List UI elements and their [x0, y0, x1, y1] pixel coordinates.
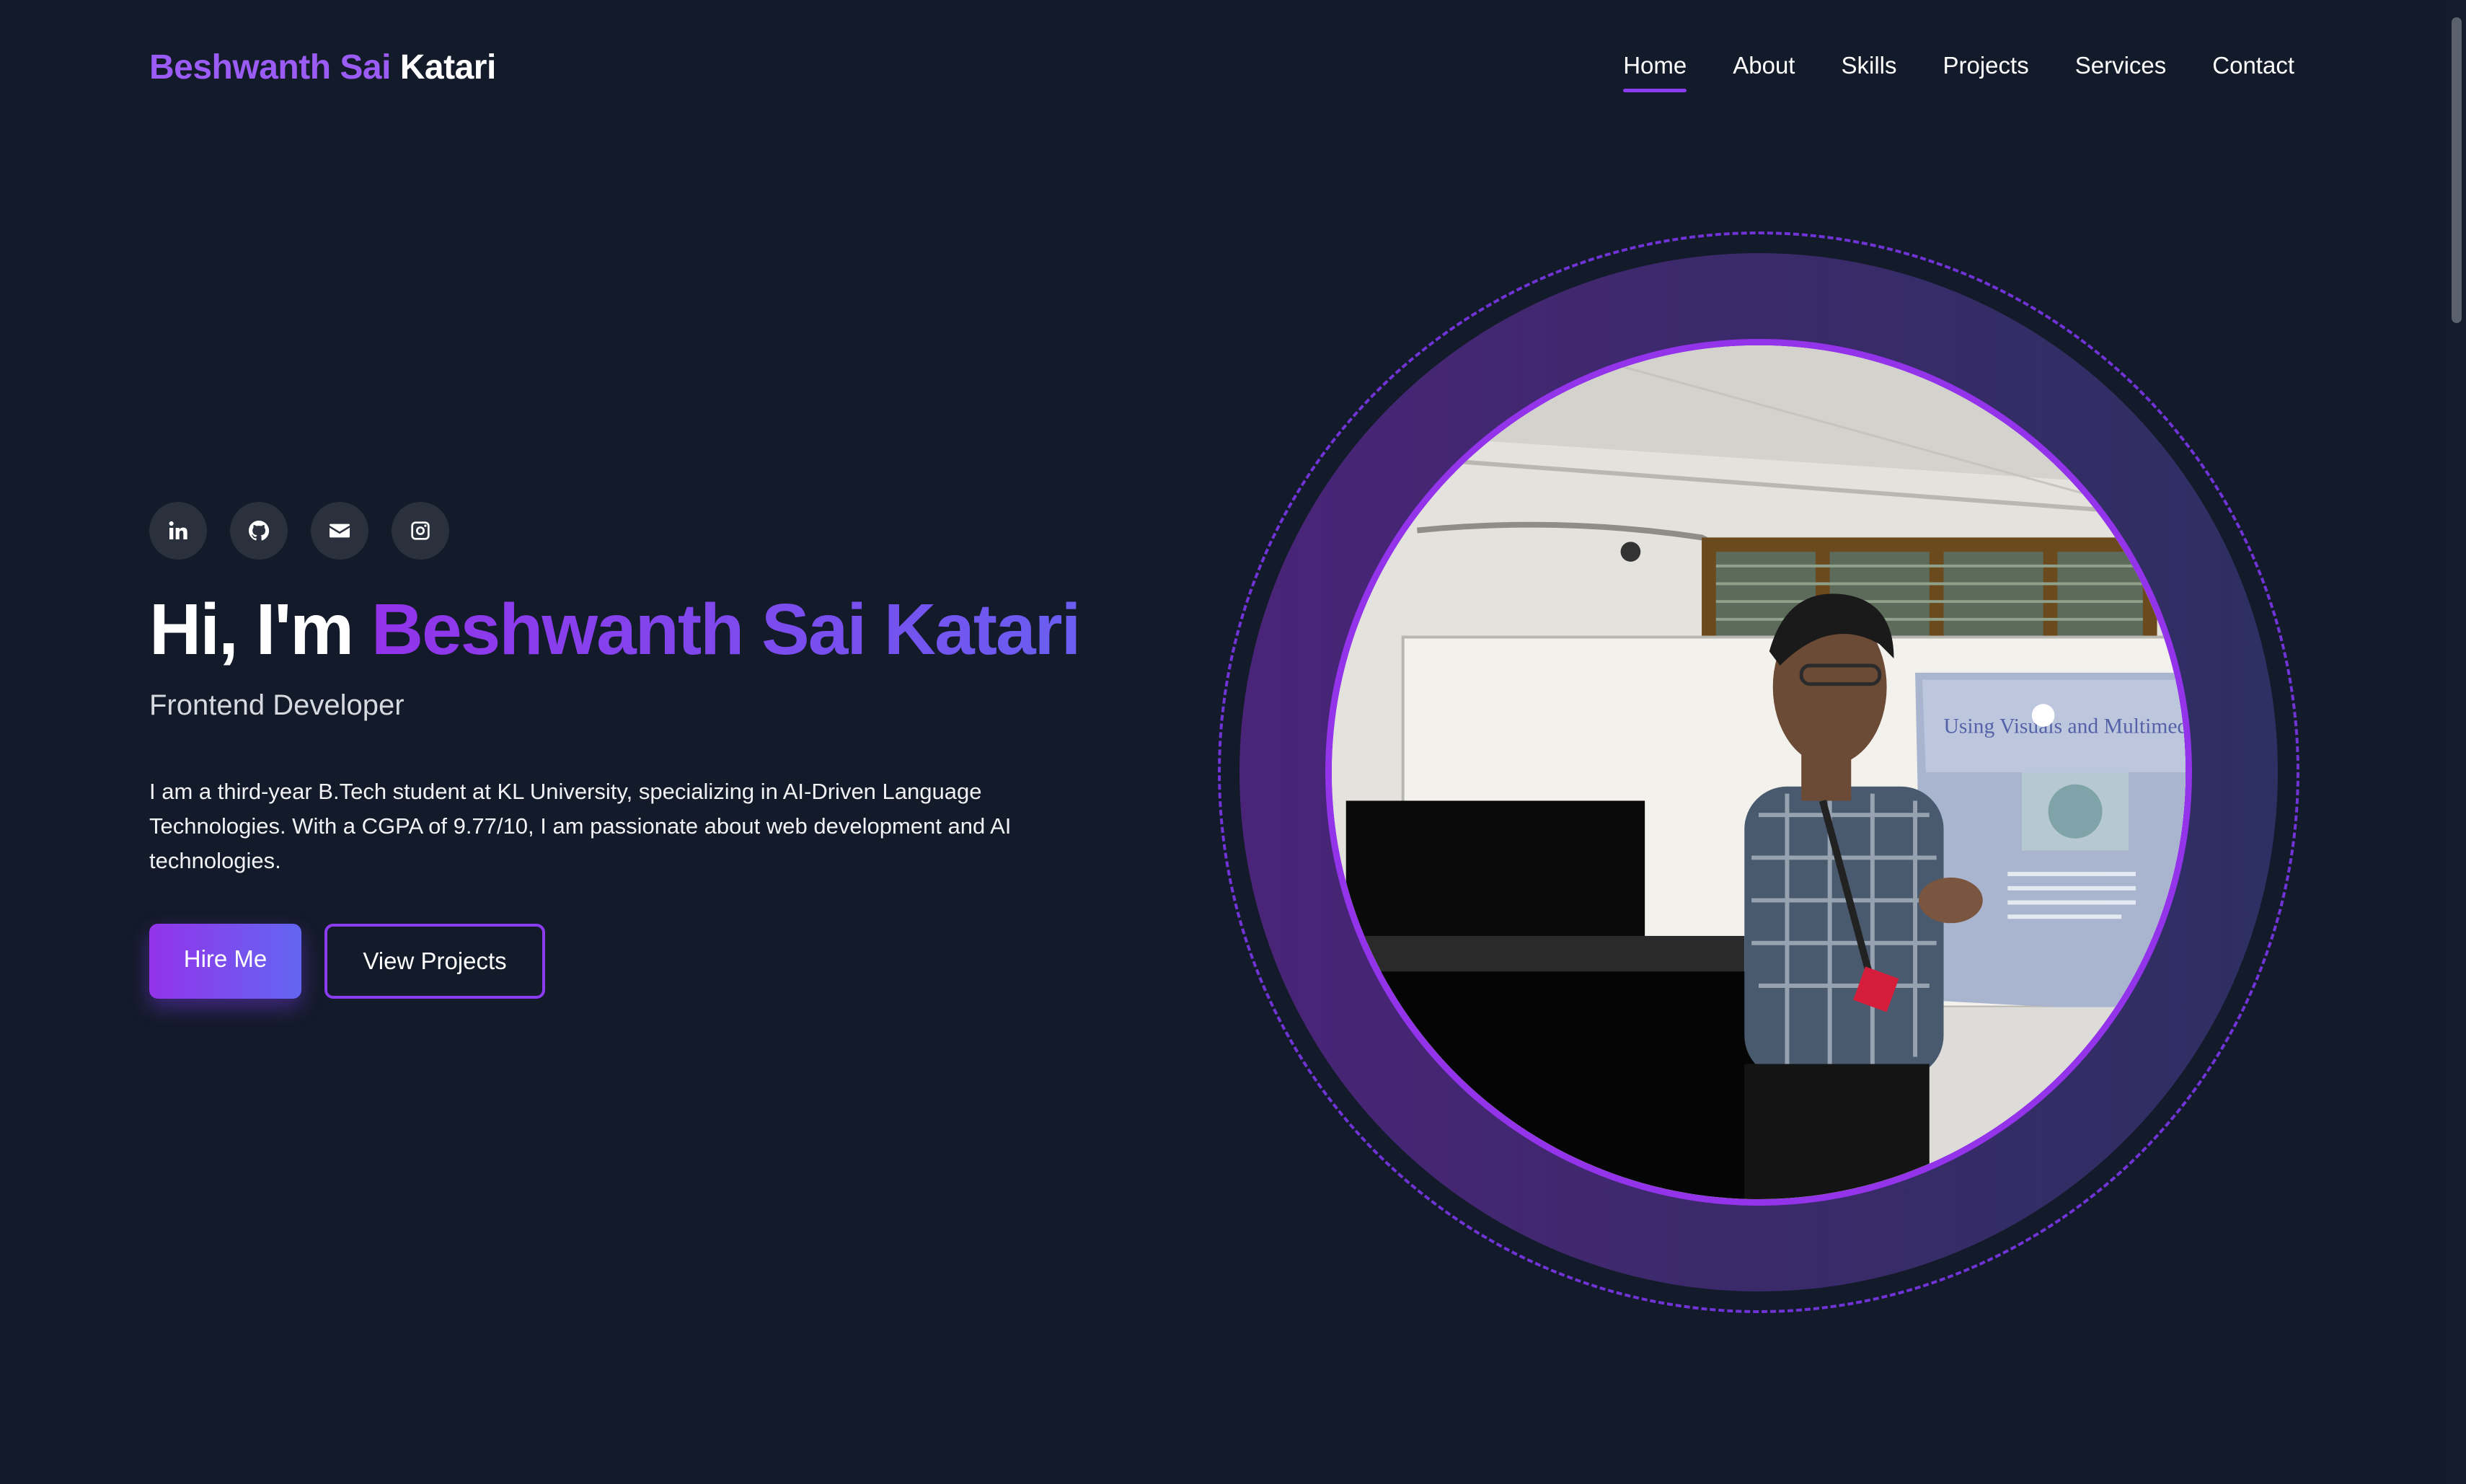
hero-name: Beshwanth Sai Katari [371, 589, 1082, 670]
hire-me-button[interactable]: Hire Me [149, 924, 301, 999]
nav-services[interactable]: Services [2075, 52, 2167, 92]
email-button[interactable] [311, 502, 368, 560]
nav-skills[interactable]: Skills [1841, 52, 1896, 92]
hero-title: Hi, I'm Beshwanth Sai Katari [149, 588, 1082, 671]
hero-greeting: Hi, I'm [149, 589, 354, 670]
logo-first: Beshwanth Sai [149, 48, 391, 87]
instagram-icon [411, 521, 430, 540]
profile-photo-illustration: Using Visuals and Multimedia [1332, 345, 2186, 1199]
instagram-button[interactable] [392, 502, 449, 560]
nav-about[interactable]: About [1733, 52, 1795, 92]
nav-home[interactable]: Home [1623, 52, 1687, 92]
email-icon [330, 524, 350, 538]
github-button[interactable] [230, 502, 288, 560]
nav-contact[interactable]: Contact [2212, 52, 2294, 92]
scrollbar-thumb[interactable] [2452, 17, 2462, 323]
linkedin-button[interactable] [149, 502, 207, 560]
hero-description: I am a third-year B.Tech student at KL U… [149, 779, 1012, 873]
social-links [149, 502, 449, 560]
page-scrollbar[interactable] [2447, 0, 2466, 1484]
logo-last: Katari [399, 48, 497, 87]
linkedin-icon [169, 521, 187, 539]
site-logo[interactable]: Beshwanth Sai Katari [149, 48, 496, 87]
profile-photo: Using Visuals and Multimedia [1325, 339, 2192, 1206]
github-icon [249, 521, 270, 541]
slide-title: Using Visuals and Multimedia [1944, 715, 2186, 738]
main-nav: Home About Skills Projects Services Cont… [1623, 52, 2294, 92]
hero-role: Frontend Developer [149, 689, 405, 721]
hero-actions: Hire Me View Projects [149, 924, 545, 999]
portfolio-page: Beshwanth Sai Katari Home About Skills P… [0, 0, 2466, 1484]
nav-projects[interactable]: Projects [1943, 52, 2029, 92]
view-projects-button[interactable]: View Projects [324, 924, 545, 999]
